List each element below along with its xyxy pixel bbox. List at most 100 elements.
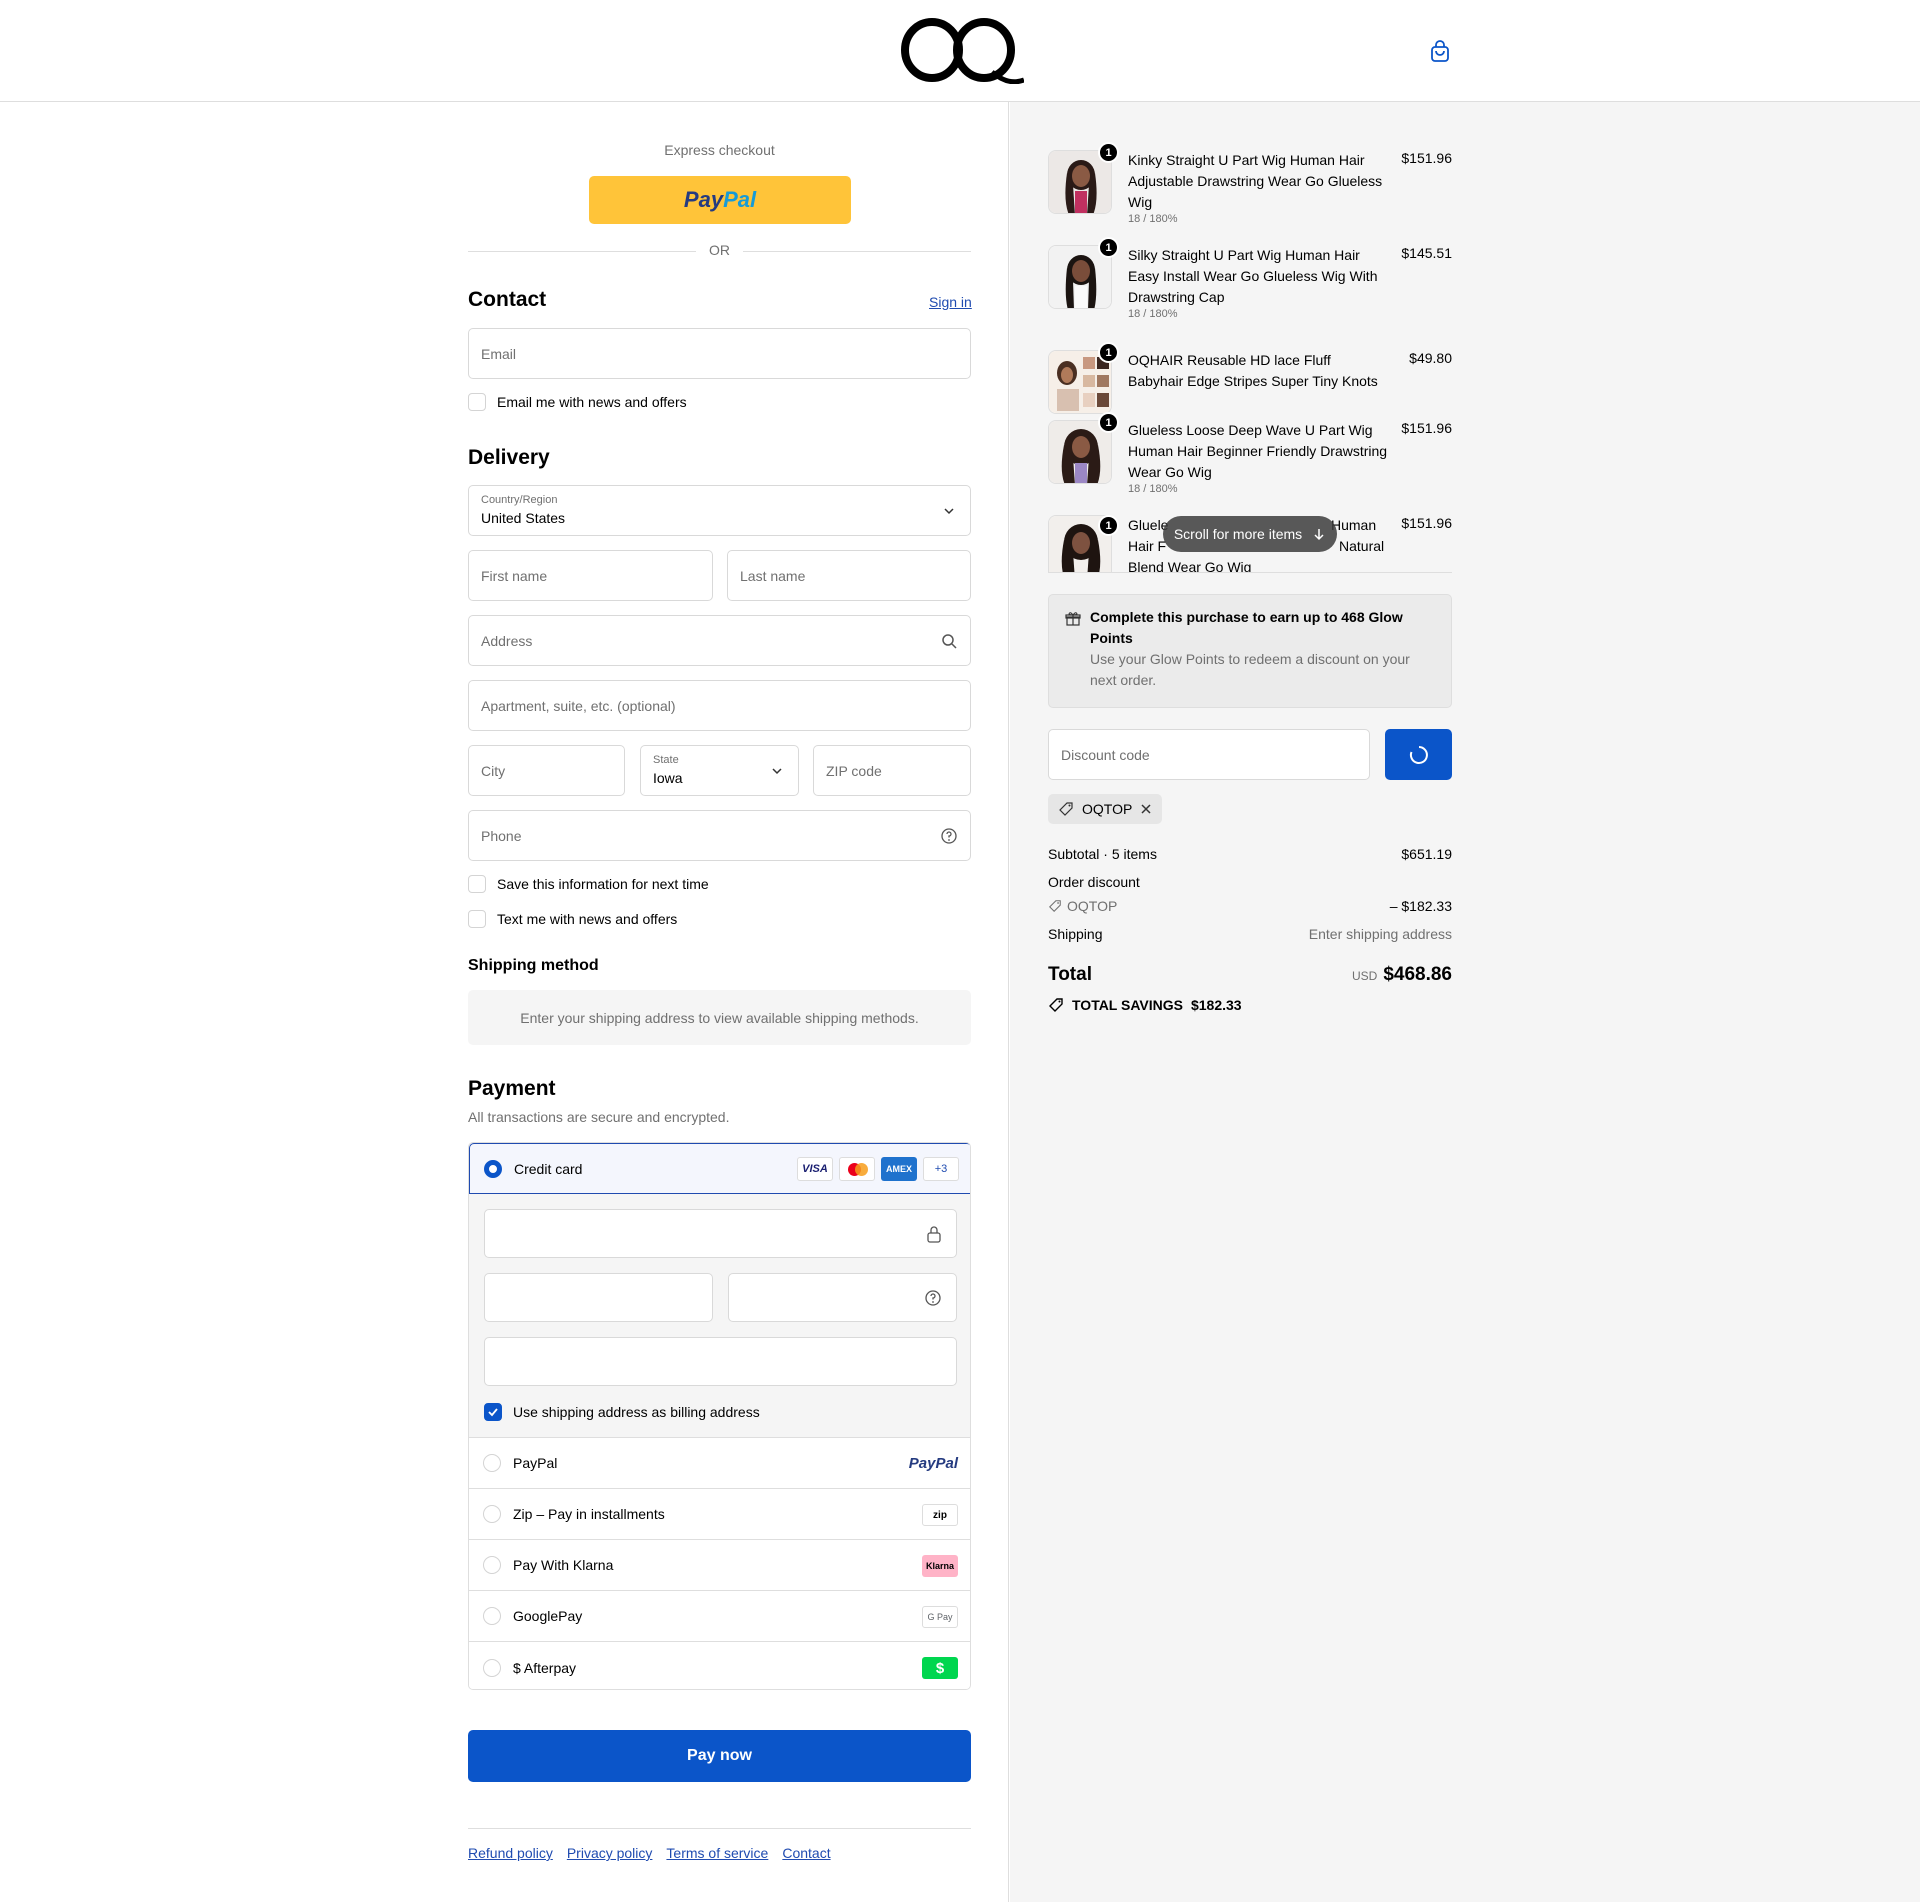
email-news-checkbox[interactable]: Email me with news and offers — [468, 393, 687, 411]
afterpay-option[interactable]: $ Afterpay $ — [469, 1642, 970, 1689]
discount-code-text: OQTOP — [1067, 898, 1118, 914]
radio[interactable] — [483, 1607, 501, 1625]
visa-icon: VISA — [797, 1157, 833, 1181]
save-info-label: Save this information for next time — [497, 876, 709, 892]
address-field[interactable]: Address — [468, 615, 971, 666]
product-price: $145.51 — [1401, 245, 1452, 261]
checkbox-box[interactable] — [468, 910, 486, 928]
product-name: OQHAIR Reusable HD lace Fluff Babyhair E… — [1128, 352, 1378, 389]
more-brands-badge: +3 — [923, 1157, 959, 1181]
total-savings-value: $182.33 — [1190, 997, 1242, 1013]
help-icon[interactable] — [924, 1289, 942, 1307]
save-info-checkbox[interactable]: Save this information for next time — [468, 875, 709, 893]
contact-link[interactable]: Contact — [782, 1845, 830, 1861]
checkbox-box[interactable] — [468, 393, 486, 411]
googlepay-option[interactable]: GooglePay G Pay — [469, 1591, 970, 1642]
applied-discount-code: OQTOP — [1082, 801, 1133, 817]
zip-field[interactable]: ZIP code — [813, 745, 971, 796]
phone-field[interactable]: Phone — [468, 810, 971, 861]
product-name-part: Human — [1331, 517, 1377, 533]
lock-icon — [927, 1226, 941, 1243]
quantity-badge: 1 — [1098, 515, 1119, 536]
googlepay-option-label: GooglePay — [513, 1608, 583, 1624]
cashapp-logo: $ — [922, 1657, 958, 1679]
privacy-policy-link[interactable]: Privacy policy — [567, 1845, 653, 1861]
payment-methods: Credit card VISA AMEX +3 Use shipping ad… — [468, 1142, 971, 1690]
quantity-badge: 1 — [1098, 237, 1119, 258]
shipping-methods-notice: Enter your shipping address to view avai… — [468, 990, 971, 1045]
bag-icon[interactable] — [1428, 40, 1452, 64]
product-name-part: Blend Wear Go Wig — [1128, 559, 1252, 573]
first-name-placeholder: First name — [481, 567, 548, 584]
apply-discount-button[interactable] — [1385, 729, 1452, 780]
name-on-card-field[interactable] — [484, 1337, 957, 1386]
security-code-field[interactable] — [728, 1273, 957, 1322]
klarna-option[interactable]: Pay With Klarna Klarna — [469, 1540, 970, 1591]
quantity-badge: 1 — [1098, 412, 1119, 433]
help-icon[interactable] — [940, 827, 958, 845]
first-name-field[interactable]: First name — [468, 550, 713, 601]
checkbox-box[interactable] — [468, 875, 486, 893]
zip-option[interactable]: Zip – Pay in installments zip — [469, 1489, 970, 1540]
billing-address-checkbox[interactable]: Use shipping address as billing address — [484, 1403, 760, 1421]
product-price: $49.80 — [1409, 350, 1452, 366]
oq-logo[interactable] — [900, 14, 1024, 84]
billing-address-label: Use shipping address as billing address — [513, 1404, 760, 1420]
radio-selected[interactable] — [484, 1159, 502, 1178]
apartment-field[interactable]: Apartment, suite, etc. (optional) — [468, 680, 971, 731]
discount-code-field[interactable]: Discount code — [1048, 729, 1370, 780]
refund-policy-link[interactable]: Refund policy — [468, 1845, 553, 1861]
tag-icon — [1059, 802, 1073, 816]
card-number-field[interactable] — [484, 1209, 957, 1258]
total-savings-row: TOTAL SAVINGS $182.33 — [1048, 997, 1452, 1013]
product-variant: 18 / 180% — [1128, 213, 1178, 225]
product-variant: 18 / 180% — [1128, 483, 1178, 495]
order-discount-label: Order discount — [1048, 874, 1140, 890]
scroll-more-items-button[interactable]: Scroll for more items — [1163, 516, 1337, 552]
order-discount-row: Order discount — [1048, 874, 1452, 890]
total-amount: USD $468.86 — [1352, 964, 1452, 986]
email-field[interactable]: Email — [468, 328, 971, 379]
paypal-express-button[interactable]: Pay Pal — [589, 176, 851, 224]
cart-item: 1 Glueless Loose Deep Wave U Part Wig Hu… — [1048, 412, 1452, 500]
radio[interactable] — [483, 1658, 501, 1677]
paypal-option[interactable]: PayPal PayPal — [469, 1438, 970, 1489]
credit-card-option[interactable]: Credit card VISA AMEX +3 — [469, 1143, 970, 1194]
tag-icon — [1049, 998, 1063, 1012]
search-icon — [942, 634, 957, 649]
close-icon[interactable] — [1140, 803, 1152, 815]
glow-points-body: Use your Glow Points to redeem a discoun… — [1090, 651, 1410, 688]
tag-icon — [1049, 900, 1061, 912]
product-price: $151.96 — [1401, 515, 1452, 531]
amex-icon: AMEX — [881, 1157, 917, 1181]
glow-points-title: Complete this purchase to earn up to 468… — [1090, 609, 1403, 646]
city-field[interactable]: City — [468, 745, 625, 796]
zip-logo: zip — [922, 1504, 958, 1526]
credit-card-form: Use shipping address as billing address — [469, 1194, 970, 1438]
or-divider: OR — [468, 242, 971, 260]
state-value: Iowa — [653, 770, 683, 786]
checkbox-checked[interactable] — [484, 1403, 502, 1421]
address-placeholder: Address — [481, 632, 533, 649]
state-label: State — [653, 754, 679, 766]
payment-title: Payment — [468, 1077, 556, 1100]
country-select[interactable]: Country/Region United States — [468, 485, 971, 536]
radio[interactable] — [483, 1556, 501, 1574]
last-name-placeholder: Last name — [740, 567, 806, 584]
country-value: United States — [481, 510, 566, 526]
shipping-label: Shipping — [1048, 926, 1103, 942]
credit-card-label: Credit card — [514, 1160, 583, 1177]
paypal-label-pal: Pal — [723, 187, 757, 212]
chevron-down-icon — [772, 768, 782, 775]
radio[interactable] — [483, 1505, 501, 1523]
terms-of-service-link[interactable]: Terms of service — [666, 1845, 768, 1861]
total-row: Total USD $468.86 — [1048, 964, 1452, 992]
expiration-field[interactable] — [484, 1273, 713, 1322]
subtotal-value: $651.19 — [1401, 846, 1452, 862]
sign-in-link[interactable]: Sign in — [929, 294, 972, 310]
pay-now-button[interactable]: Pay now — [468, 1730, 971, 1782]
last-name-field[interactable]: Last name — [727, 550, 971, 601]
text-news-checkbox[interactable]: Text me with news and offers — [468, 910, 677, 928]
state-select[interactable]: State Iowa — [640, 745, 799, 796]
radio[interactable] — [483, 1454, 501, 1472]
